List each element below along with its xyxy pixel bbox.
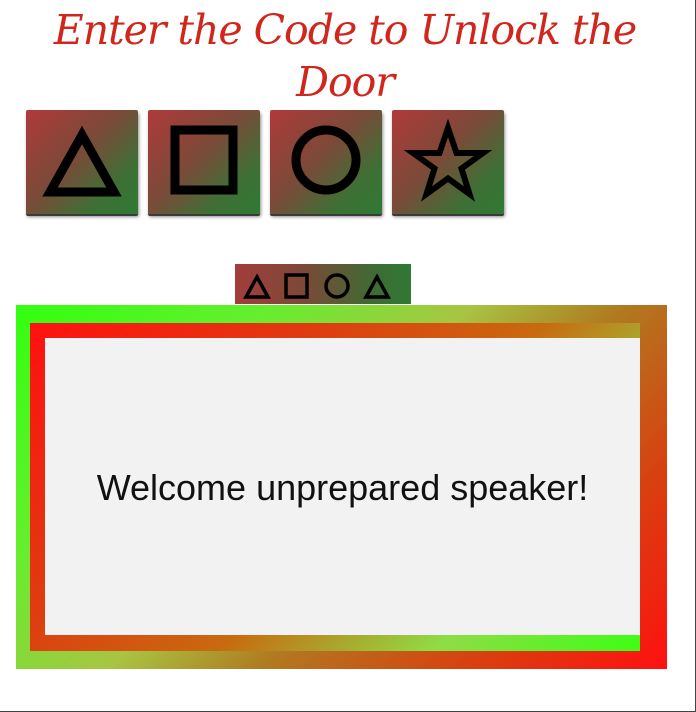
code-circle-icon (324, 273, 350, 299)
square-icon (170, 125, 238, 195)
code-square-icon (284, 273, 309, 299)
triangle-icon (42, 125, 122, 197)
circle-icon (291, 125, 361, 195)
code-triangle-icon (243, 273, 271, 299)
star-icon (403, 118, 493, 202)
circle-key[interactable] (270, 110, 382, 214)
code-triangle-icon (363, 273, 391, 299)
page-title: Enter the Code to Unlock the Door (53, 6, 637, 106)
code-display (235, 264, 411, 304)
welcome-message: Welcome unprepared speaker! (96, 467, 589, 508)
square-key[interactable] (148, 110, 260, 214)
triangle-key[interactable] (26, 110, 138, 214)
star-key[interactable] (392, 110, 504, 214)
